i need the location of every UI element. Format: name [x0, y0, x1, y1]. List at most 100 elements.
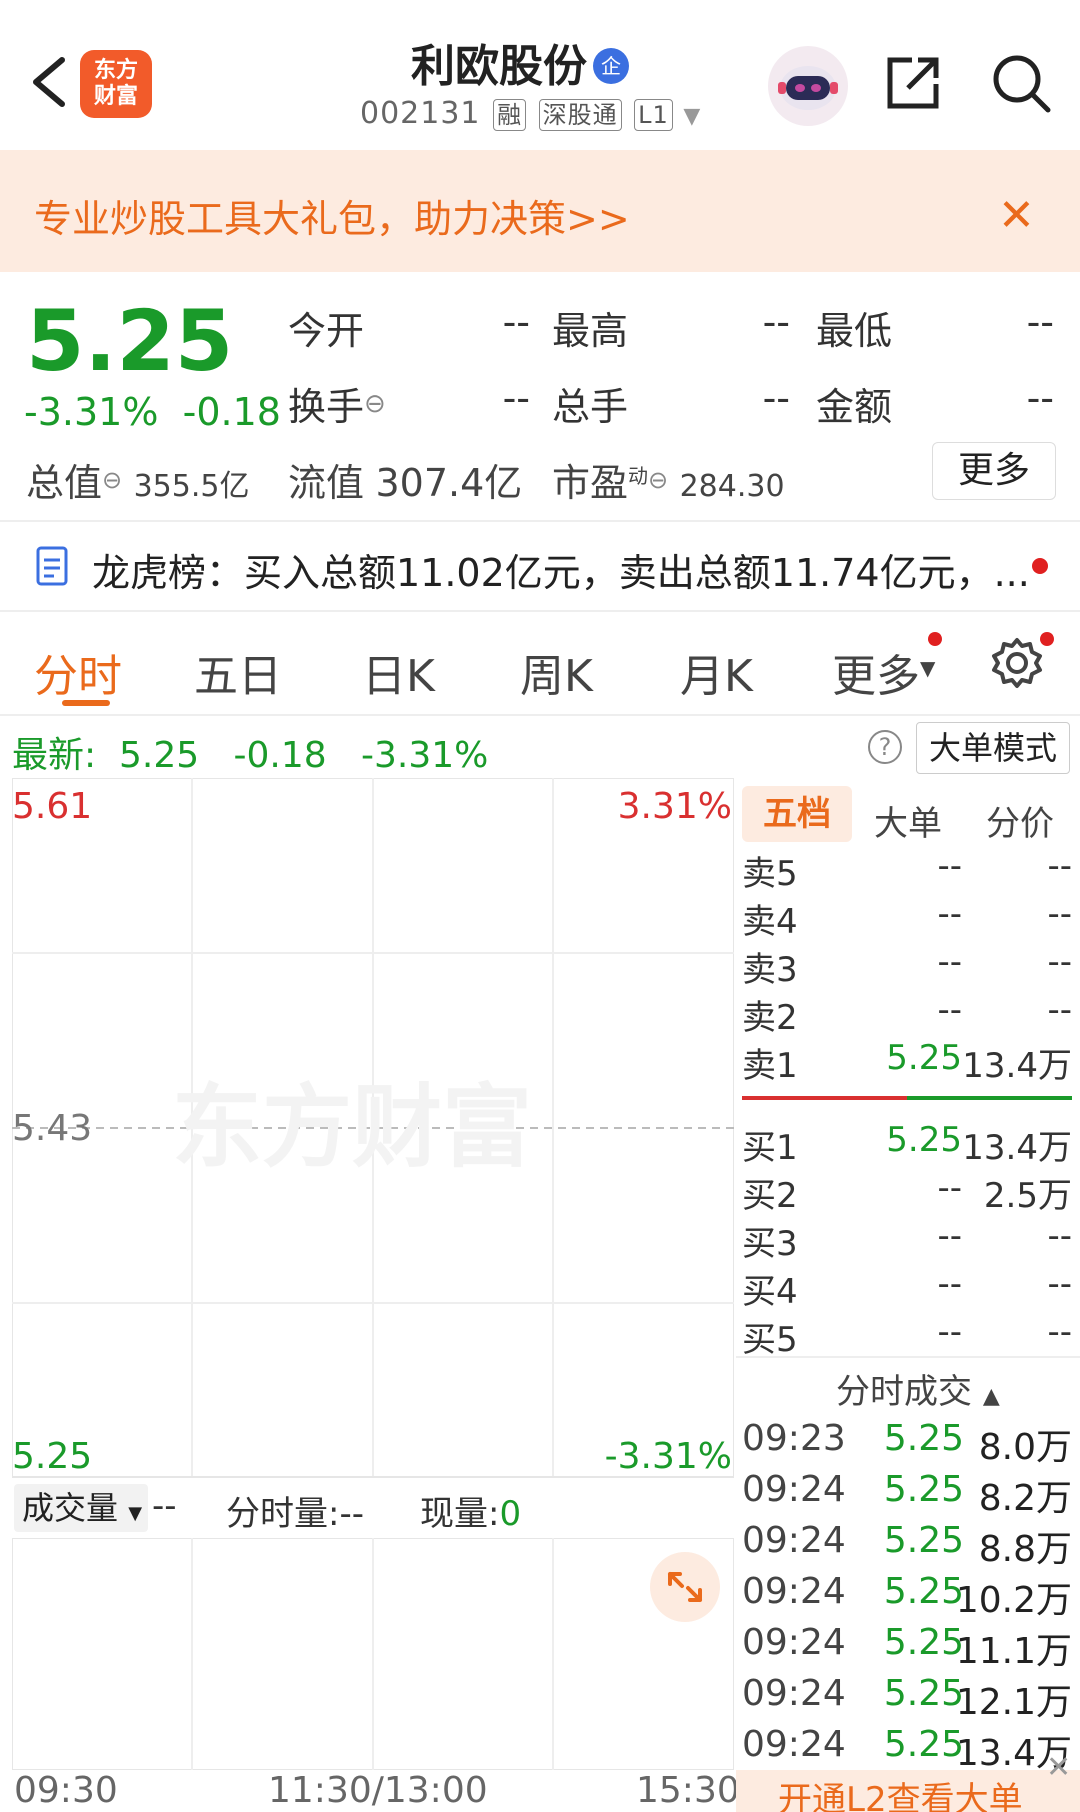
close-icon[interactable]: ✕	[998, 190, 1035, 241]
bid-price: --	[937, 1312, 962, 1352]
app-logo: 东方 财富	[80, 50, 152, 118]
intraday-chart[interactable]: 东方财富 5.61 5.43 5.25 3.31% -3.31%	[12, 778, 734, 1478]
bid-ask-divider	[742, 1096, 1072, 1100]
share-icon[interactable]	[882, 52, 944, 114]
tab-price-distribution[interactable]: 分价	[986, 796, 1054, 845]
gear-icon[interactable]	[990, 636, 1044, 690]
tick-price: 5.25	[883, 1469, 964, 1510]
ask-row: 卖3 -- --	[742, 942, 1072, 990]
y-tick-mid: 5.43	[12, 1108, 92, 1149]
notification-dot	[1040, 632, 1054, 646]
tab-five-levels[interactable]: 五档	[742, 786, 852, 842]
ask-label: 卖2	[742, 998, 798, 1038]
divider	[12, 1476, 734, 1478]
tick-volume: 10.2万	[955, 1580, 1072, 1621]
tick-row: 09:24 5.25 12.1万	[742, 1673, 1072, 1723]
bid-row: 买1 5.25 13.4万	[742, 1120, 1072, 1168]
tab-big-orders[interactable]: 大单	[874, 796, 942, 845]
bid-row: 买2 -- 2.5万	[742, 1168, 1072, 1216]
info-icon[interactable]: ⊖	[102, 466, 122, 494]
notification-dot	[928, 632, 942, 646]
promo-banner-text[interactable]: 专业炒股工具大礼包，助力决策>>	[34, 188, 630, 243]
current-volume: 现量:0	[420, 1494, 522, 1534]
x-tick-open: 09:30	[14, 1770, 118, 1811]
bid-label: 买4	[742, 1272, 798, 1312]
tab-weekly-k[interactable]: 周K	[520, 640, 593, 704]
tab-daily-k[interactable]: 日K	[362, 640, 435, 704]
ask-price: 5.25	[886, 1038, 962, 1078]
y-tick-right-high: 3.31%	[618, 786, 732, 827]
tick-row: 09:24 5.25 10.2万	[742, 1571, 1072, 1621]
bid-label: 买1	[742, 1128, 798, 1168]
close-icon[interactable]: ✕	[1046, 1750, 1071, 1785]
bid-label: 买3	[742, 1224, 798, 1264]
amount-value: --	[1026, 376, 1054, 420]
enterprise-badge: 企	[593, 48, 629, 84]
tab-intraday[interactable]: 分时	[34, 640, 122, 704]
watermark: 东方财富	[172, 1075, 532, 1180]
ask-row: 卖2 -- --	[742, 990, 1072, 1038]
tick-row: 09:24 5.25 8.2万	[742, 1469, 1072, 1519]
search-icon[interactable]	[990, 52, 1052, 114]
divider	[0, 610, 1080, 612]
l2-upgrade-text[interactable]: 开通L2查看大单	[778, 1772, 1023, 1812]
tick-price: 5.25	[883, 1520, 964, 1561]
bid-price: 5.25	[886, 1120, 962, 1160]
x-tick-midday: 11:30/13:00	[268, 1770, 488, 1811]
x-tick-close: 15:30	[636, 1770, 740, 1811]
tick-row: 09:24 5.25 13.4万	[742, 1724, 1072, 1774]
tick-time: 09:24	[742, 1520, 846, 1561]
change-row: -3.31% -0.18	[24, 390, 281, 434]
high-value: --	[762, 300, 790, 344]
back-arrow-icon[interactable]	[22, 52, 78, 112]
ask-label: 卖1	[742, 1046, 798, 1086]
assistant-robot-icon[interactable]	[768, 46, 848, 126]
tab-more[interactable]: 更多▼	[832, 640, 935, 704]
tick-price: 5.25	[883, 1622, 964, 1663]
ask-volume: --	[1047, 942, 1072, 982]
ask-price: --	[937, 942, 962, 982]
caret-down-icon: ▼	[920, 656, 936, 680]
tab-monthly-k[interactable]: 月K	[680, 640, 753, 704]
low-value: --	[1026, 300, 1054, 344]
dragon-tiger-text[interactable]: 龙虎榜：买入总额11.02亿元，卖出总额11.74亿元，...	[92, 542, 1030, 597]
bid-price: --	[937, 1216, 962, 1256]
ask-label: 卖4	[742, 902, 798, 942]
help-icon[interactable]: ?	[868, 730, 902, 764]
change-pct: -3.31%	[24, 390, 159, 434]
info-icon[interactable]: ⊖	[648, 466, 668, 494]
volume-selector[interactable]: 成交量 ▼	[14, 1484, 148, 1532]
header: 东方 财富 利欧股份企 002131 融 深股通 L1 ▼	[0, 0, 1080, 150]
ticks-title[interactable]: 分时成交 ▲	[836, 1364, 1000, 1413]
tick-time: 09:24	[742, 1673, 846, 1714]
ask-price: --	[937, 894, 962, 934]
volume-value: --	[762, 376, 790, 420]
bid-row: 买3 -- --	[742, 1216, 1072, 1264]
tick-time: 09:24	[742, 1571, 846, 1612]
big-order-mode-button[interactable]: 大单模式	[916, 722, 1070, 774]
document-icon	[36, 546, 68, 586]
ask-volume: --	[1047, 846, 1072, 886]
bid-label: 买2	[742, 1176, 798, 1216]
info-icon[interactable]: ⊖	[364, 389, 386, 419]
stock-code: 002131	[360, 96, 481, 131]
tick-volume: 12.1万	[955, 1682, 1072, 1723]
ask-row: 卖4 -- --	[742, 894, 1072, 942]
expand-icon[interactable]	[650, 1552, 720, 1622]
latest-row: 最新: 5.25 -0.18 -3.31%	[12, 726, 488, 778]
volume-chart[interactable]	[12, 1538, 734, 1770]
ask-volume: --	[1047, 990, 1072, 1030]
tab-five-day[interactable]: 五日	[194, 640, 282, 704]
tick-price: 5.25	[883, 1724, 964, 1765]
stock-code-row[interactable]: 002131 融 深股通 L1 ▼	[360, 96, 720, 131]
low-label: 最低	[816, 309, 893, 353]
divider	[0, 714, 1080, 716]
more-quote-button[interactable]: 更多	[932, 442, 1056, 500]
tag-margin: 融	[493, 99, 527, 131]
ask-price: --	[937, 990, 962, 1030]
tick-volume: 11.1万	[955, 1631, 1072, 1672]
tick-time: 09:23	[742, 1418, 846, 1459]
pe-ratio: 市盈动⊖ 284.30	[552, 452, 785, 507]
l2-upgrade-bar[interactable]: 开通L2查看大单 ✕	[736, 1750, 1080, 1812]
open-value: --	[502, 300, 530, 344]
